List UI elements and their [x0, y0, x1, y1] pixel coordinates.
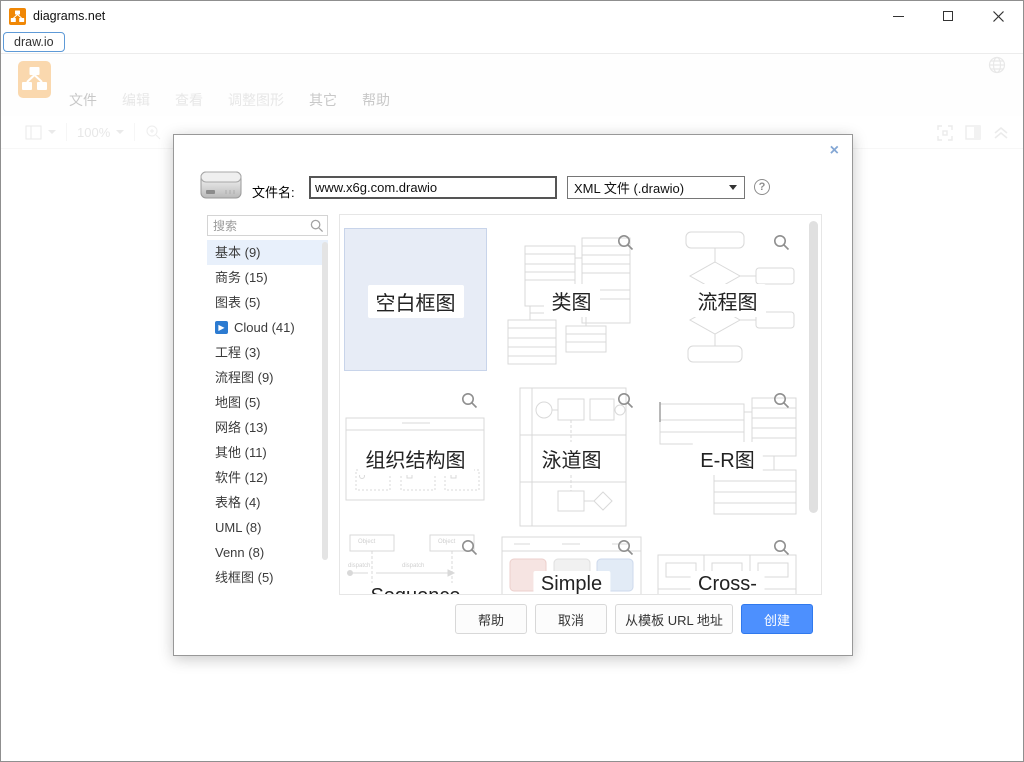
- filename-input[interactable]: [309, 176, 557, 199]
- magnifier-icon[interactable]: [773, 539, 790, 556]
- maximize-button[interactable]: [923, 1, 973, 31]
- app-window: diagrams.net draw.io 文件 编辑 查看 调整图形 其它 帮助: [0, 0, 1024, 762]
- template-label: 流程图: [690, 284, 766, 317]
- template-tile-blank[interactable]: 空白框图: [344, 228, 487, 371]
- minimize-button[interactable]: [873, 1, 923, 31]
- category-other[interactable]: 其他 (11): [207, 440, 328, 465]
- category-network[interactable]: 网络 (13): [207, 415, 328, 440]
- filename-label: 文件名:: [252, 182, 295, 201]
- help-circle-icon[interactable]: ?: [754, 179, 770, 195]
- drawio-logo-icon: [9, 8, 26, 25]
- category-engineering[interactable]: 工程 (3): [207, 340, 328, 365]
- category-venn[interactable]: Venn (8): [207, 540, 328, 565]
- create-button[interactable]: 创建: [741, 604, 813, 634]
- magnifier-icon[interactable]: [617, 392, 634, 409]
- minimize-icon: [893, 16, 904, 17]
- template-tile-er-diagram[interactable]: E-R图: [656, 386, 799, 529]
- category-charts[interactable]: 图表 (5): [207, 290, 328, 315]
- template-label: 类图: [544, 284, 600, 317]
- template-tile-sequence[interactable]: Object Object dispatch dispatch Sequence: [344, 533, 487, 595]
- filetype-select[interactable]: XML 文件 (.drawio): [567, 176, 745, 199]
- close-icon: [993, 11, 1004, 22]
- from-template-url-button[interactable]: 从模板 URL 地址: [615, 604, 733, 634]
- disk-icon: [200, 168, 242, 202]
- maximize-icon: [943, 11, 953, 21]
- magnifier-icon[interactable]: [461, 392, 478, 409]
- close-button[interactable]: [973, 1, 1023, 31]
- category-maps[interactable]: 地图 (5): [207, 390, 328, 415]
- template-tile-simple[interactable]: Simple: [500, 533, 643, 595]
- sidebar-scrollbar[interactable]: [322, 242, 328, 560]
- template-tile-cross[interactable]: Cross-: [656, 533, 799, 595]
- template-tile-swimlane[interactable]: 泳道图: [500, 386, 643, 529]
- template-grid: 空白框图 类图: [339, 214, 822, 595]
- category-flowcharts[interactable]: 流程图 (9): [207, 365, 328, 390]
- filetype-value: XML 文件 (.drawio): [574, 178, 684, 197]
- magnifier-icon[interactable]: [617, 234, 634, 251]
- magnifier-icon[interactable]: [461, 539, 478, 556]
- dialog-close-icon[interactable]: ×: [830, 143, 839, 159]
- category-list: 基本 (9) 商务 (15) 图表 (5) ▶Cloud (41) 工程 (3)…: [207, 240, 328, 590]
- template-tile-class-diagram[interactable]: 类图: [500, 228, 643, 371]
- magnifier-icon[interactable]: [773, 234, 790, 251]
- template-label: 泳道图: [534, 442, 610, 475]
- template-label: Cross-: [690, 571, 765, 595]
- window-title: diagrams.net: [33, 9, 105, 23]
- magnifier-icon[interactable]: [773, 392, 790, 409]
- chevron-down-icon: [729, 185, 737, 190]
- tab-drawio[interactable]: draw.io: [3, 32, 65, 52]
- play-badge-icon: ▶: [215, 321, 228, 334]
- title-bar: diagrams.net: [1, 1, 1023, 31]
- new-file-dialog: × 文件名: XML 文件 (.drawio) ? 基本 (9) 商: [173, 134, 853, 656]
- tab-bar: draw.io: [1, 31, 1023, 54]
- category-cloud[interactable]: ▶Cloud (41): [207, 315, 328, 340]
- category-tables[interactable]: 表格 (4): [207, 490, 328, 515]
- category-uml[interactable]: UML (8): [207, 515, 328, 540]
- template-label: Simple: [533, 571, 610, 595]
- template-tile-orgchart[interactable]: 组织结构图: [344, 386, 487, 529]
- template-tile-flowchart[interactable]: 流程图: [656, 228, 799, 371]
- category-software[interactable]: 软件 (12): [207, 465, 328, 490]
- category-basic[interactable]: 基本 (9): [207, 240, 328, 265]
- search-icon: [310, 219, 324, 233]
- template-label: E-R图: [692, 442, 762, 475]
- template-label: Sequence: [362, 583, 468, 595]
- cancel-button[interactable]: 取消: [535, 604, 607, 634]
- category-wireframes[interactable]: 线框图 (5): [207, 565, 328, 590]
- category-business[interactable]: 商务 (15): [207, 265, 328, 290]
- template-label: 空白框图: [368, 285, 464, 318]
- template-label: 组织结构图: [358, 442, 474, 475]
- template-grid-scrollbar[interactable]: [809, 221, 818, 513]
- magnifier-icon[interactable]: [617, 539, 634, 556]
- search-box: [207, 215, 328, 236]
- help-button[interactable]: 帮助: [455, 604, 527, 634]
